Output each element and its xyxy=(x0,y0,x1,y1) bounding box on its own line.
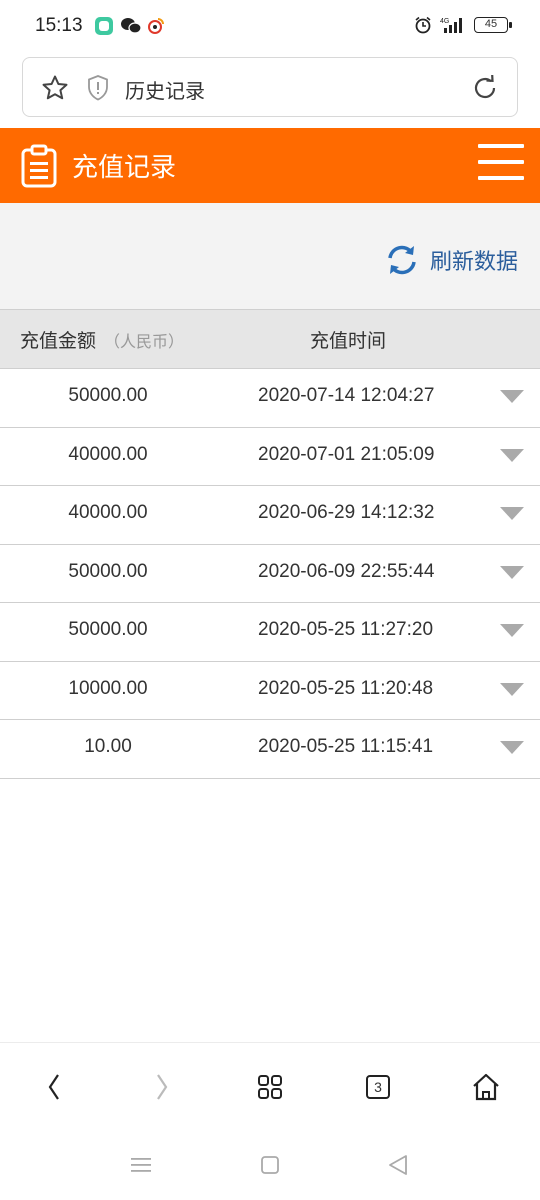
expand-arrow-icon[interactable] xyxy=(500,565,524,579)
row-time: 2020-05-25 11:27:20 xyxy=(258,619,434,640)
expand-arrow-icon[interactable] xyxy=(500,507,524,520)
row-time: 2020-07-01 21:05:09 xyxy=(258,443,435,465)
table-row[interactable]: 50000.00 2020-07-14 12:04:27 xyxy=(0,369,540,428)
address-title: 历史记录 xyxy=(125,79,205,103)
expand-arrow-icon[interactable] xyxy=(500,624,524,637)
system-back-icon[interactable] xyxy=(386,1154,410,1176)
table-row[interactable]: 40000.00 2020-07-01 21:05:09 xyxy=(0,427,540,486)
battery-icon: 45 xyxy=(474,17,512,33)
forward-button[interactable] xyxy=(142,1069,182,1105)
row-time: 2020-05-25 11:20:48 xyxy=(258,677,434,699)
expand-arrow-icon[interactable] xyxy=(500,390,524,403)
back-button[interactable] xyxy=(34,1069,74,1105)
row-amount: 50000.00 xyxy=(68,619,148,640)
menu-button[interactable] xyxy=(478,142,524,182)
toolbar: 刷新数据 xyxy=(0,203,540,309)
table-body: 50000.00 2020-07-14 12:04:27 40000.00 20… xyxy=(0,369,540,779)
amount-header-label: 充值金额 xyxy=(20,330,97,352)
signal-icon: 4G xyxy=(440,18,462,33)
column-header-time: 充值时间 xyxy=(310,330,387,352)
address-bar[interactable]: 历史记录 xyxy=(22,57,518,117)
row-time: 2020-07-14 12:04:27 xyxy=(258,385,435,406)
expand-arrow-icon[interactable] xyxy=(500,741,524,754)
home-icon xyxy=(473,1073,499,1101)
recent-apps-icon[interactable] xyxy=(129,1154,153,1176)
menu-bar xyxy=(478,176,524,180)
browser-bottom-nav: 3 xyxy=(0,1042,540,1128)
table-header: 充值金额 （人民币） 充值时间 xyxy=(0,309,540,369)
table-row[interactable]: 50000.00 2020-06-09 22:55:44 xyxy=(0,544,540,603)
tabs-button[interactable]: 3 xyxy=(358,1069,398,1105)
expand-arrow-icon[interactable] xyxy=(500,448,524,462)
system-home-icon[interactable] xyxy=(258,1154,282,1176)
clipboard-icon xyxy=(21,144,57,188)
weibo-icon xyxy=(147,17,165,35)
alarm-icon xyxy=(415,16,431,34)
network-label: 4G xyxy=(440,18,449,25)
reload-icon[interactable] xyxy=(471,74,499,102)
shield-icon xyxy=(88,75,108,101)
row-amount: 50000.00 xyxy=(68,560,148,582)
table-row[interactable]: 40000.00 2020-06-29 14:12:32 xyxy=(0,486,540,545)
grid-icon xyxy=(258,1075,282,1099)
row-amount: 10.00 xyxy=(84,736,132,757)
page-header: 充值记录 xyxy=(0,128,540,203)
row-time: 2020-05-25 11:15:41 xyxy=(258,736,434,757)
chevron-left-icon xyxy=(48,1074,59,1100)
home-button[interactable] xyxy=(466,1069,506,1105)
row-amount: 50000.00 xyxy=(68,385,148,406)
row-time: 2020-06-09 22:55:44 xyxy=(258,560,435,582)
menu-bar xyxy=(478,160,524,164)
column-header-amount: 充值金额 （人民币） xyxy=(20,326,184,353)
app-notification-icon xyxy=(95,17,113,35)
chevron-right-icon xyxy=(157,1074,168,1100)
amount-unit-label: （人民币） xyxy=(104,332,185,351)
menu-bar xyxy=(478,144,524,148)
page-title: 充值记录 xyxy=(72,153,177,183)
table-row[interactable]: 50000.00 2020-05-25 11:27:20 xyxy=(0,603,540,662)
refresh-button[interactable]: 刷新数据 xyxy=(384,243,518,277)
status-time: 15:13 xyxy=(35,15,83,36)
bookmark-star-icon[interactable] xyxy=(41,74,69,102)
status-indicators: 4G 45 xyxy=(414,16,512,34)
system-nav xyxy=(0,1128,540,1200)
table-row[interactable]: 10000.00 2020-05-25 11:20:48 xyxy=(0,661,540,720)
row-amount: 40000.00 xyxy=(68,502,148,523)
tab-count-icon: 3 xyxy=(366,1075,390,1099)
refresh-label: 刷新数据 xyxy=(429,250,518,275)
table-row[interactable]: 10.00 2020-05-25 11:15:41 xyxy=(0,720,540,779)
row-amount: 10000.00 xyxy=(68,677,148,699)
expand-arrow-icon[interactable] xyxy=(500,682,524,696)
status-bar: 15:13 4G 45 xyxy=(0,0,540,54)
row-amount: 40000.00 xyxy=(68,443,148,465)
refresh-icon xyxy=(388,245,416,275)
row-time: 2020-06-29 14:12:32 xyxy=(258,502,435,523)
multi-window-button[interactable] xyxy=(250,1069,290,1105)
wechat-icon xyxy=(120,17,142,35)
